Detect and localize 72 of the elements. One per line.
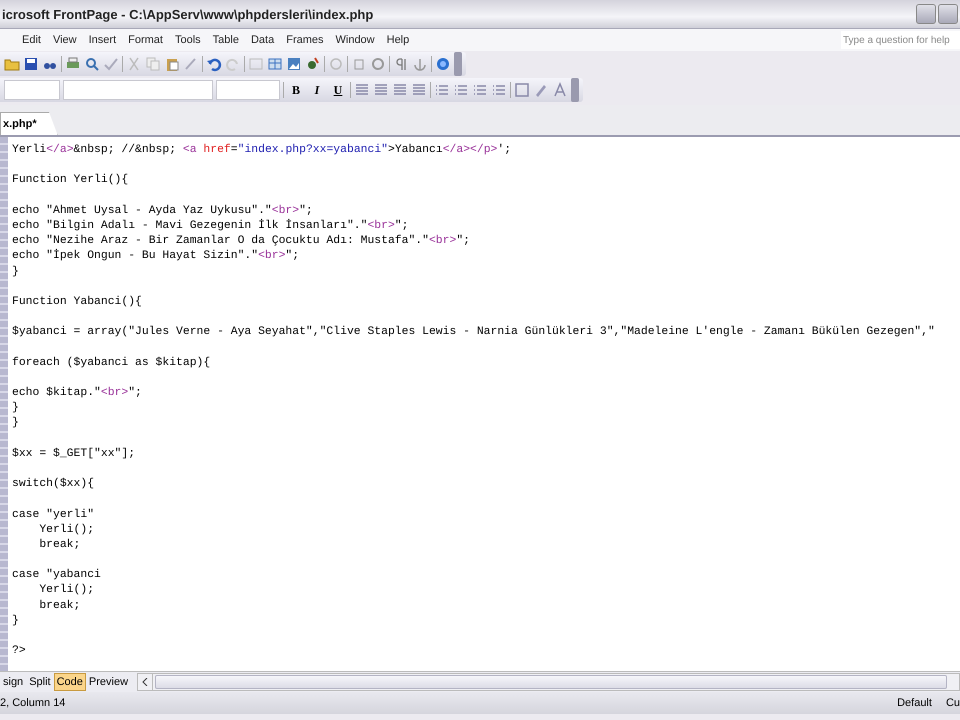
view-tab[interactable]: sign	[0, 673, 26, 691]
undo-icon[interactable]	[206, 56, 222, 72]
code-line: Yerli();	[38, 522, 96, 538]
code-line: echo "Ahmet Uysal - Ayda Yaz Uykusu"."<br>";	[12, 204, 314, 218]
code-line: echo $kitap."<br>";	[12, 386, 143, 401]
save-icon[interactable]	[23, 56, 39, 72]
code-line: $xx = $_GET["xx"];	[12, 446, 136, 462]
code-line: case "yerli"	[12, 508, 96, 522]
code-line: Function Yerli(){	[12, 173, 130, 188]
align-left-icon[interactable]	[354, 82, 370, 98]
status-field: Default	[897, 697, 932, 709]
code-line: }	[12, 264, 20, 280]
menu-item[interactable]: Frames	[280, 34, 330, 46]
size-dropdown[interactable]	[216, 80, 280, 100]
menu-item[interactable]: Data	[244, 34, 280, 46]
restore-button[interactable]	[938, 4, 958, 24]
menu-item[interactable]: Insert	[82, 34, 122, 46]
menu-item[interactable]: Tools	[168, 34, 207, 46]
border-icon[interactable]	[514, 82, 530, 98]
code-line: Function Yabanci(){	[12, 294, 143, 310]
format-button[interactable]: B	[287, 81, 305, 99]
style-dropdown[interactable]	[4, 80, 60, 100]
code-line: echo "İpek Ongun - Bu Hayat Sizin"."<br>";	[12, 249, 300, 264]
view-tab[interactable]: Split	[26, 673, 54, 691]
code-line: echo "Nezihe Araz - Bir Zamanlar O da Çocuktu Adı: Mustafa"."<br>";	[12, 234, 471, 248]
view-tab[interactable]: Preview	[86, 673, 132, 691]
preview-icon[interactable]	[84, 56, 100, 72]
toolbar-grip[interactable]	[571, 78, 579, 102]
code-line: ?>	[12, 644, 27, 660]
scroll-left-icon[interactable]	[142, 678, 148, 686]
format-button[interactable]: U	[329, 81, 347, 99]
code-line: $yabanci = array("Jules Verne - Aya Seyahat","Clive Staples Lewis - Narnia Günlükleri 3","Madeleine L'engle - Zamanı Bükülen Gezegen","	[12, 325, 935, 340]
code-line: }	[12, 401, 20, 416]
help-search-field[interactable]: Type a question for help	[841, 31, 960, 49]
table-icon[interactable]	[267, 56, 283, 72]
help-icon[interactable]	[435, 56, 451, 72]
menu-item[interactable]: Format	[122, 34, 169, 46]
align-right-icon[interactable]	[392, 82, 408, 98]
highlight-icon[interactable]	[533, 82, 549, 98]
spellcheck-icon[interactable]	[103, 56, 119, 72]
copy-icon[interactable]	[145, 56, 161, 72]
code-line: case "yabanci	[12, 568, 102, 584]
anchor-icon[interactable]	[412, 56, 428, 72]
minimize-button[interactable]	[916, 4, 936, 24]
code-line: switch($xx){	[12, 477, 96, 492]
code-line: Yerli();	[38, 583, 96, 598]
cursor-position: 2, Column 14	[0, 697, 66, 709]
font-dropdown[interactable]	[63, 80, 213, 100]
menu-item[interactable]: Help	[380, 34, 416, 46]
code-line: }	[12, 614, 20, 629]
code-line: echo "Bilgin Adalı - Mavi Gezegenin İlk İnsanları"."<br>";	[12, 218, 410, 234]
code-line: }	[12, 416, 20, 432]
menu-item[interactable]: Table	[206, 34, 245, 46]
view-tab[interactable]: Code	[54, 673, 86, 691]
code-line: break;	[38, 598, 82, 614]
code-line: foreach ($yabanci as $kitap){	[12, 356, 212, 371]
status-field: Cu	[946, 697, 960, 709]
menu-item[interactable]: Window	[330, 34, 381, 46]
toolbar-grip[interactable]	[454, 52, 462, 76]
font-color-icon[interactable]	[552, 82, 568, 98]
align-center-icon[interactable]	[373, 82, 389, 98]
code-line: break;	[38, 538, 82, 553]
picture-icon[interactable]	[286, 56, 302, 72]
drawing-icon[interactable]	[305, 56, 321, 72]
paste-icon[interactable]	[164, 56, 180, 72]
window-title: icrosoft FrontPage - C:\AppServ\www\phpdersleri\index.php	[1, 6, 374, 22]
document-tab[interactable]: x.php*	[0, 112, 58, 135]
menu-item[interactable]: View	[46, 34, 83, 46]
format-button[interactable]: I	[308, 81, 326, 99]
menu-item[interactable]: Edit	[16, 34, 47, 46]
justify-icon[interactable]	[411, 82, 427, 98]
code-line: Yerli</a>&nbsp; //&nbsp; <a href="index.php?xx=yabanci">Yabancı</a></p>';	[12, 143, 512, 158]
